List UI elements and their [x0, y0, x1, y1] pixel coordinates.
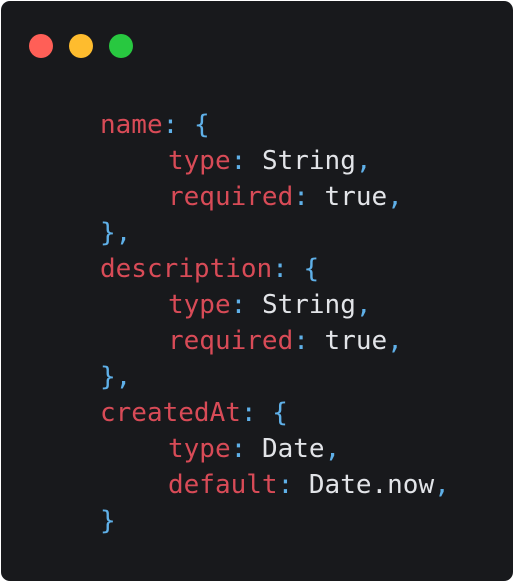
code-colon: :	[277, 470, 294, 500]
minimize-icon[interactable]	[69, 34, 93, 58]
code-colon: :	[293, 326, 309, 356]
code-line: description: {	[100, 251, 450, 287]
code-line: type: String,	[100, 287, 450, 323]
close-brace: }	[100, 218, 116, 248]
code-line: },	[100, 359, 450, 395]
code-key: type	[168, 146, 231, 176]
code-value: String	[261, 146, 356, 176]
code-comma: ,	[115, 362, 132, 392]
code-colon: :	[272, 254, 288, 284]
code-key: type	[168, 290, 231, 320]
code-key: name	[100, 110, 163, 140]
code-key: description	[100, 254, 273, 284]
code-colon: :	[240, 398, 257, 428]
code-comma: ,	[355, 146, 372, 176]
code-block: name: {type: String, required: true,}, des…	[100, 107, 450, 539]
code-value: Date.now	[308, 470, 435, 500]
code-line: type: String,	[100, 143, 450, 179]
code-line: createdAt: {	[100, 395, 450, 431]
code-comma: ,	[115, 218, 132, 248]
code-key: required	[168, 182, 294, 212]
code-line: required: true,	[100, 323, 450, 359]
code-key: createdAt	[100, 398, 241, 428]
maximize-icon[interactable]	[109, 34, 133, 58]
code-line: name: {	[100, 107, 450, 143]
open-brace: {	[272, 398, 288, 428]
code-line: type: Date,	[100, 431, 450, 467]
close-brace: }	[100, 506, 116, 536]
code-value: true	[324, 182, 388, 212]
code-line: },	[100, 215, 450, 251]
code-key: required	[168, 326, 294, 356]
open-brace: {	[193, 110, 210, 140]
close-brace: }	[100, 362, 116, 392]
code-window: name: {type: String, required: true,}, des…	[1, 1, 513, 581]
code-comma: ,	[355, 290, 372, 320]
code-comma: ,	[324, 434, 341, 464]
code-line: }	[100, 503, 450, 539]
code-comma: ,	[434, 470, 450, 500]
code-value: Date	[261, 434, 325, 464]
code-comma: ,	[387, 182, 403, 212]
code-colon: :	[230, 290, 247, 320]
code-comma: ,	[387, 326, 403, 356]
code-line: required: true,	[100, 179, 450, 215]
code-key: type	[168, 434, 231, 464]
open-brace: {	[303, 254, 320, 284]
code-key: default	[168, 470, 278, 500]
code-colon: :	[230, 146, 247, 176]
close-icon[interactable]	[29, 34, 53, 58]
code-colon: :	[230, 434, 247, 464]
code-line: default: Date.now,	[100, 467, 450, 503]
code-colon: :	[162, 110, 179, 140]
code-value: true	[324, 326, 388, 356]
code-colon: :	[293, 182, 309, 212]
code-value: String	[261, 290, 356, 320]
